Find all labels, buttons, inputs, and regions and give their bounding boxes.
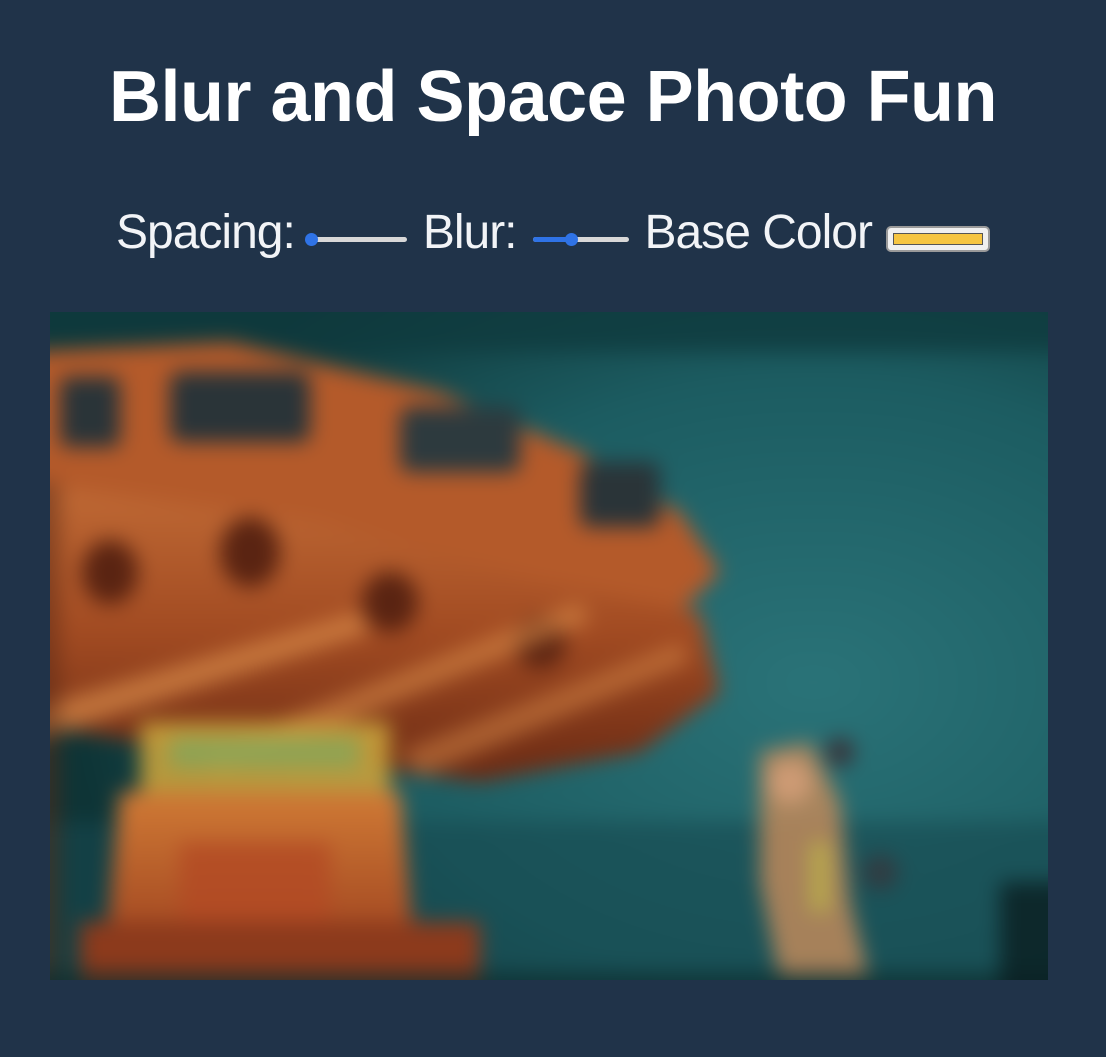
blur-slider[interactable] [532,232,629,248]
carousel-photo [50,312,1048,980]
page-title: Blur and Space Photo Fun [108,57,998,137]
photo-frame [50,312,1048,980]
base-color-swatch [892,233,983,245]
blur-slider-thumb[interactable] [564,233,578,246]
spacing-label: Spacing: [116,206,296,259]
controls-bar: Spacing: Blur: Base Color [0,198,1106,268]
spacing-slider[interactable] [304,232,407,248]
spacing-slider-track [310,237,407,242]
spacing-slider-thumb[interactable] [304,233,318,246]
blur-label: Blur: [422,206,518,259]
base-color-picker[interactable] [885,226,990,252]
base-color-label: Base Color [644,206,873,259]
